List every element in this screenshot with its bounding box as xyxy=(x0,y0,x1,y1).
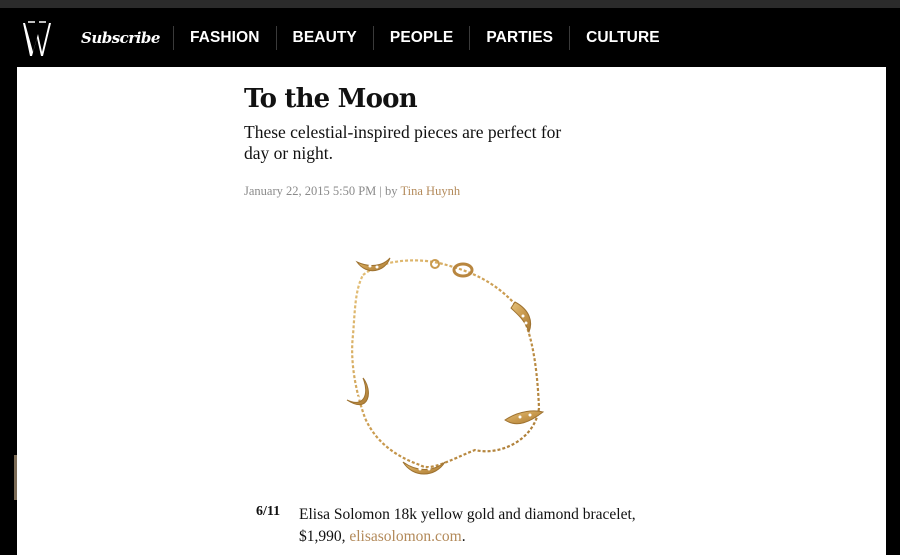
author-link[interactable]: Tina Huynh xyxy=(400,184,460,198)
nav-item-parties[interactable]: PARTIES xyxy=(470,29,569,47)
caption-shop-link[interactable]: elisasolomon.com xyxy=(349,528,461,545)
browser-top-strip xyxy=(0,0,900,8)
article-byline: January 22, 2015 5:50 PM | by Tina Huynh xyxy=(244,184,460,199)
slide-counter: 6/11 xyxy=(256,504,280,520)
byline-separator: | by xyxy=(379,184,398,198)
article-title: To the Moon xyxy=(244,84,418,114)
slide-caption: Elisa Solomon 18k yellow gold and diamon… xyxy=(299,504,659,548)
publish-date: January 22, 2015 5:50 PM xyxy=(244,184,377,198)
nav-item-culture[interactable]: CULTURE xyxy=(570,29,676,47)
bracelet-image[interactable] xyxy=(325,250,555,490)
caption-period: . xyxy=(461,528,466,545)
nav-item-beauty[interactable]: BEAUTY xyxy=(277,29,373,47)
nav-item-fashion[interactable]: FASHION xyxy=(174,29,276,47)
right-gutter xyxy=(886,67,900,555)
slide-counter-current: 6 xyxy=(256,504,263,519)
nav-subscribe-link[interactable]: Subscribe xyxy=(68,29,173,47)
w-magazine-logo[interactable] xyxy=(22,18,52,58)
nav-item-people[interactable]: PEOPLE xyxy=(374,29,469,47)
main-nav: Subscribe FASHION BEAUTY PEOPLE PARTIES … xyxy=(68,8,676,67)
slide-counter-total: 11 xyxy=(266,504,281,519)
site-header: Subscribe FASHION BEAUTY PEOPLE PARTIES … xyxy=(0,8,900,67)
article-subtitle: These celestial-inspired pieces are perf… xyxy=(244,122,562,163)
